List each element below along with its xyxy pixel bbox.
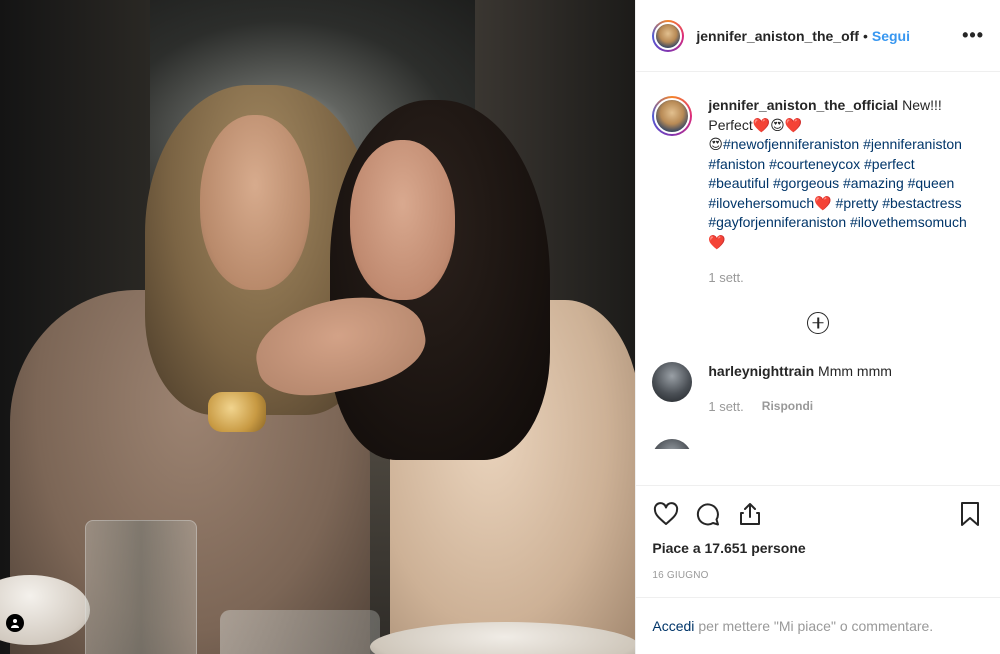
comment-text: ______ ______ ______ ______ __________ _… — [708, 439, 907, 449]
user-tag-icon[interactable] — [6, 614, 24, 632]
comment-text: Mmm mmm — [818, 362, 892, 379]
avatar-image — [652, 438, 693, 449]
login-link[interactable]: Accedi — [652, 618, 694, 634]
follow-button[interactable]: Segui — [872, 28, 910, 44]
post-actions: Piace a 17.651 persone 16 GIUGNO — [636, 485, 1000, 597]
comment-item: ______ ______ ______ ______ __________ _… — [652, 438, 984, 449]
heart-icon[interactable] — [652, 500, 680, 528]
action-icons — [652, 494, 984, 534]
caption-username[interactable]: jennifer_aniston_the_official — [708, 97, 898, 113]
comment-item: harleynighttrain Mmm mmm 1 sett. Rispond… — [652, 361, 984, 417]
instagram-post-modal: jennifer_aniston_the_off • Segui ••• jen… — [0, 0, 1000, 654]
comment-body: ______ ______ ______ ______ __________ _… — [708, 439, 970, 449]
post-date[interactable]: 16 GIUGNO — [652, 570, 984, 597]
caption-meta: 1 sett. — [708, 268, 970, 288]
photo-shape — [350, 140, 455, 300]
separator-dot: • — [862, 27, 868, 44]
commenter-avatar[interactable] — [652, 361, 693, 402]
heart-emoji: ❤️ — [814, 194, 832, 211]
likes-count[interactable]: Piace a 17.651 persone — [652, 540, 984, 556]
photo-shape — [330, 100, 550, 460]
load-more-comments[interactable] — [652, 311, 984, 334]
face-emoji: 😍 — [708, 136, 723, 152]
avatar-image — [654, 98, 691, 134]
add-circle-icon[interactable] — [807, 311, 830, 334]
comment-meta: 1 sett. Rispondi — [708, 397, 970, 417]
bookmark-icon[interactable] — [956, 500, 984, 528]
caption: jennifer_aniston_the_official New!!! Per… — [652, 96, 984, 288]
login-text: per mettere "Mi piace" o commentare. — [698, 618, 934, 634]
comment-username[interactable]: harleynighttrain — [708, 363, 814, 379]
share-icon[interactable] — [736, 500, 764, 528]
caption-body: jennifer_aniston_the_official New!!! Per… — [708, 96, 970, 288]
more-options-icon[interactable]: ••• — [962, 25, 984, 46]
comment-icon[interactable] — [694, 500, 722, 528]
avatar-image — [652, 361, 693, 402]
caption-avatar[interactable] — [652, 96, 693, 136]
post-side-panel: jennifer_aniston_the_off • Segui ••• jen… — [635, 0, 1000, 654]
face-emoji: 😍 — [770, 116, 785, 133]
comment-time[interactable]: 1 sett. — [708, 397, 743, 417]
heart-emoji: ❤️ — [752, 116, 771, 133]
login-prompt: Accedi per mettere "Mi piace" o commenta… — [636, 597, 1000, 654]
author-username[interactable]: jennifer_aniston_the_off — [696, 28, 859, 44]
heart-emoji: ❤️ — [708, 233, 726, 250]
reply-button[interactable]: Rispondi — [762, 397, 813, 417]
comments-area[interactable]: jennifer_aniston_the_official New!!! Per… — [636, 72, 1000, 485]
comment-body: harleynighttrain Mmm mmm 1 sett. Rispond… — [708, 362, 970, 417]
avatar-image — [654, 21, 683, 50]
photo-shape — [200, 115, 310, 290]
photo-shape — [85, 520, 197, 654]
caption-time[interactable]: 1 sett. — [708, 268, 743, 288]
heart-emoji: ❤️ — [784, 116, 803, 133]
post-header: jennifer_aniston_the_off • Segui ••• — [636, 0, 1000, 72]
photo-shape — [220, 610, 380, 654]
post-photo[interactable] — [0, 0, 636, 654]
photo-shape — [208, 392, 266, 432]
commenter-avatar[interactable] — [652, 438, 693, 449]
author-avatar[interactable] — [652, 19, 685, 52]
